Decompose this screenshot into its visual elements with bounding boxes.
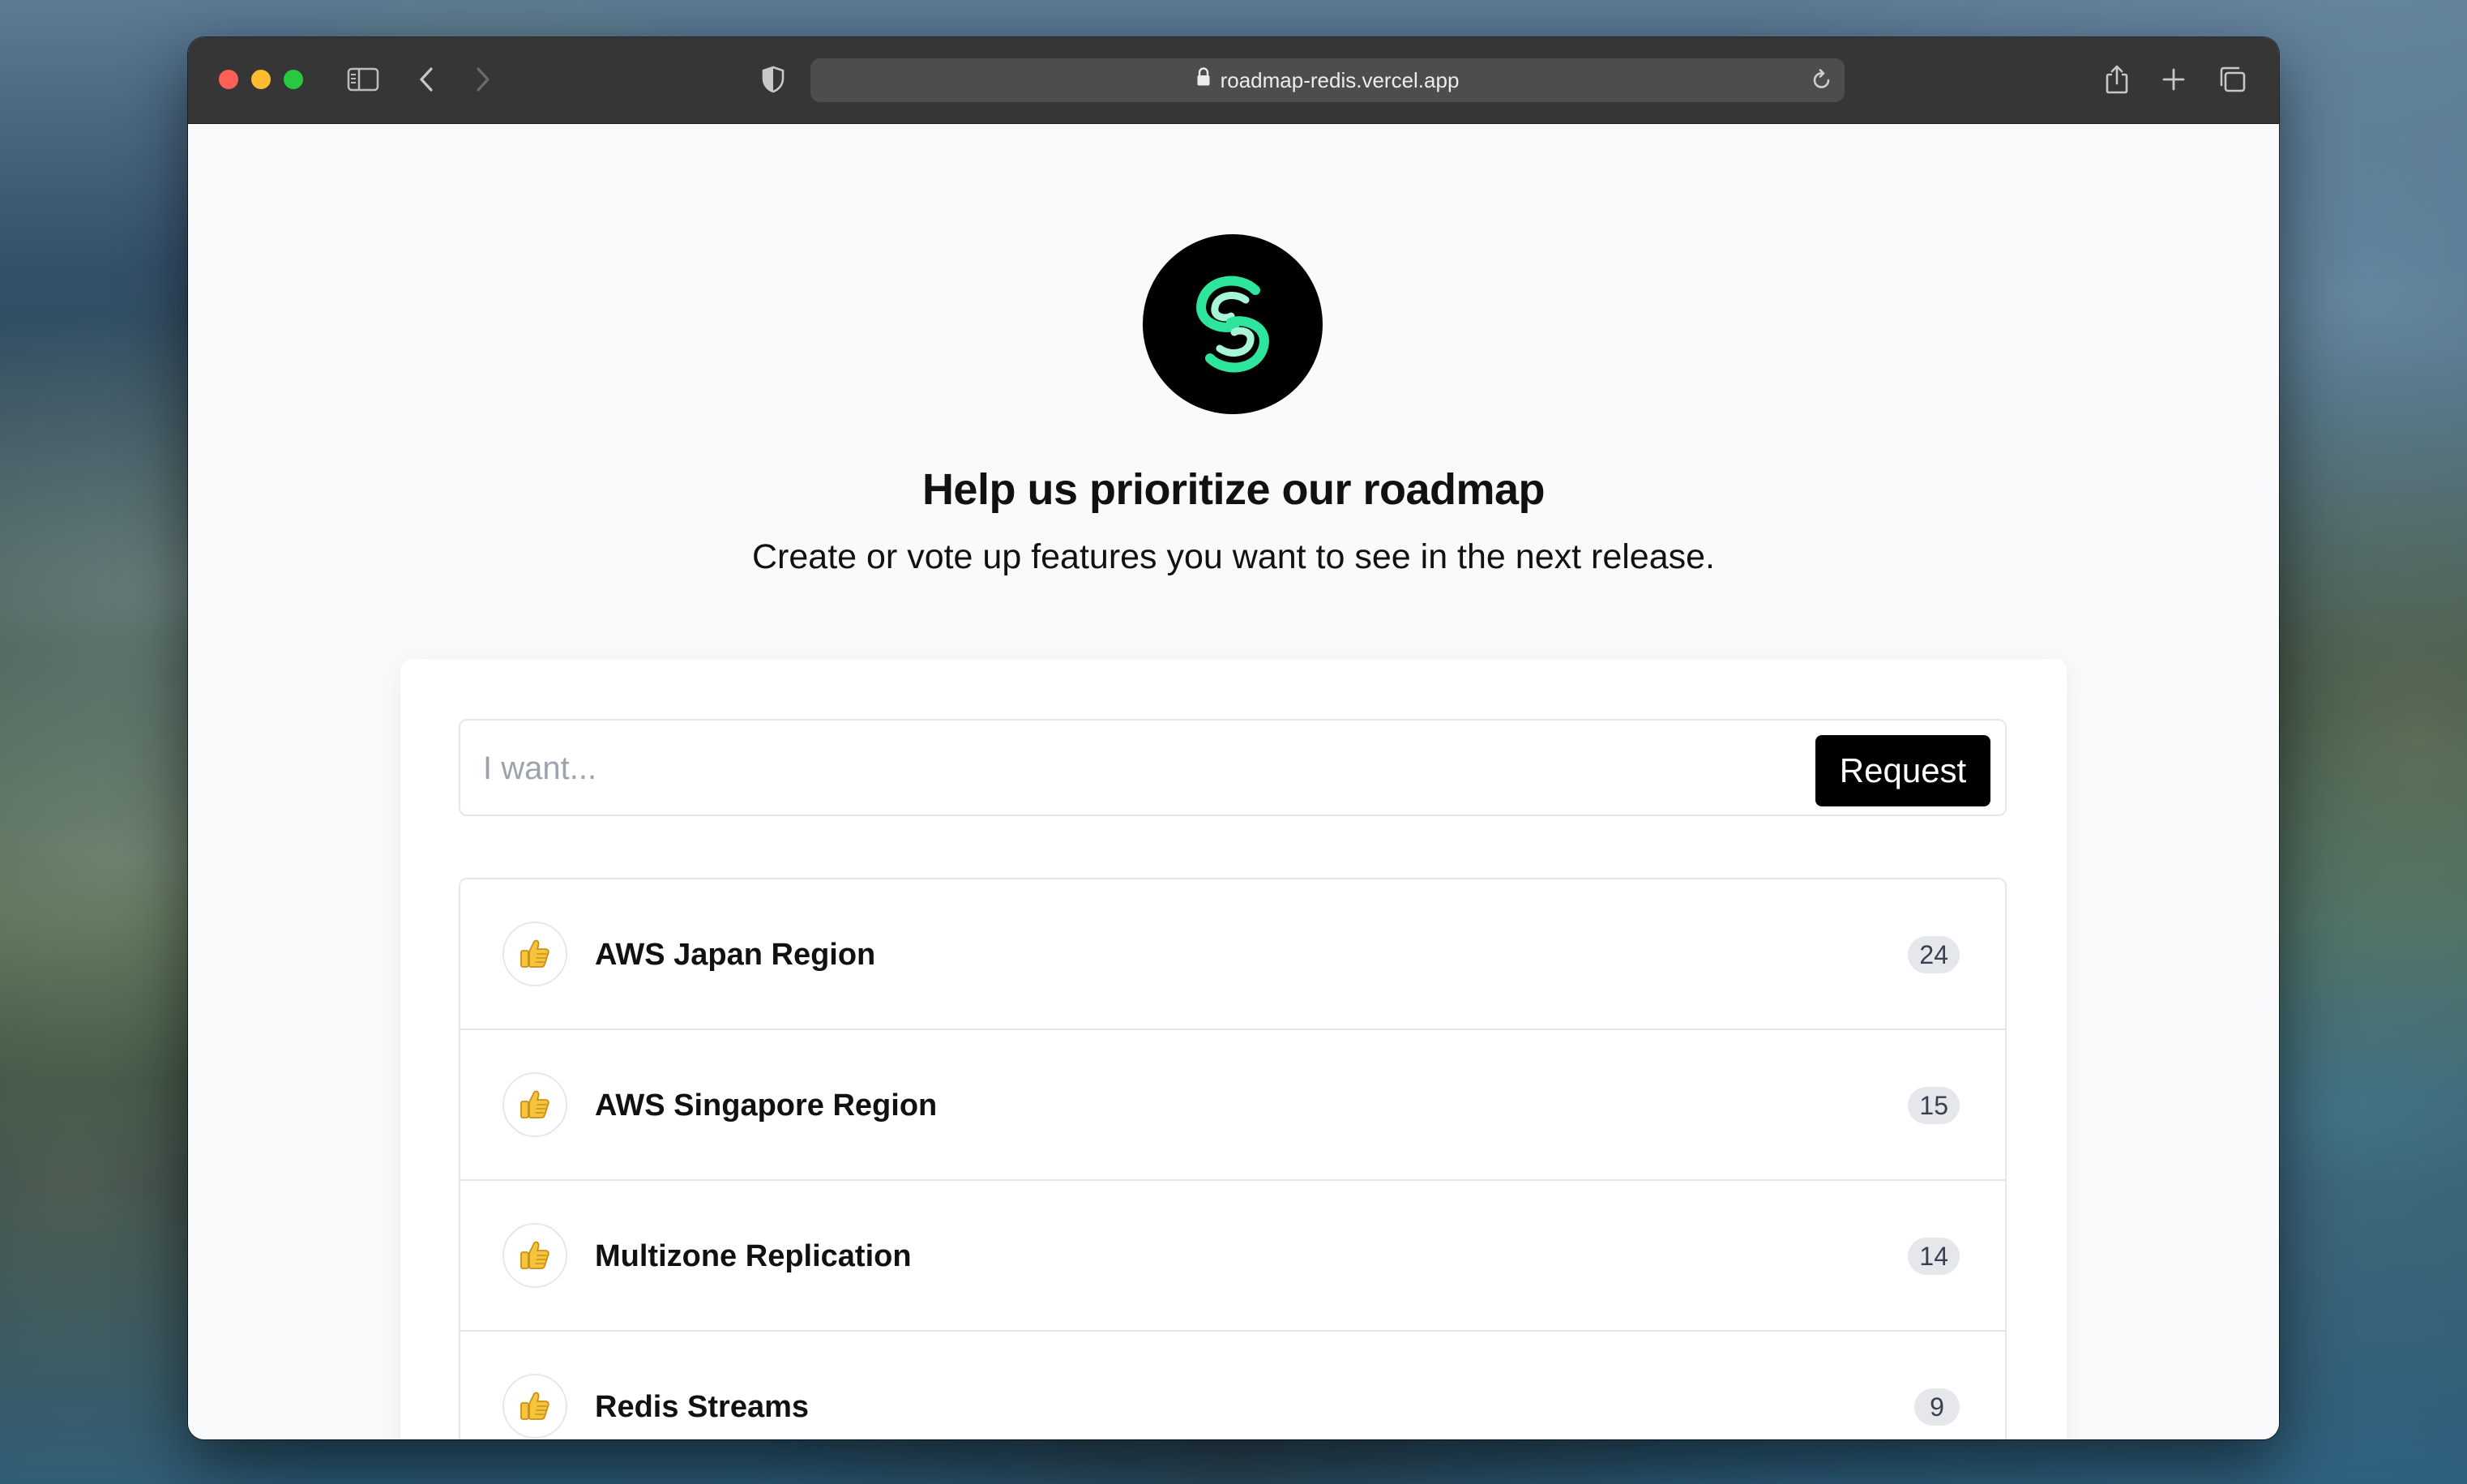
- close-window-button[interactable]: [219, 70, 238, 89]
- feature-row: AWS Japan Region 24: [460, 879, 2005, 1030]
- share-icon[interactable]: [2096, 58, 2138, 101]
- reload-icon[interactable]: [1806, 64, 1838, 96]
- forward-icon[interactable]: [462, 58, 504, 101]
- browser-window: roadmap-redis.vercel.app Help us priorit…: [188, 37, 2279, 1439]
- upvote-button[interactable]: [502, 1374, 567, 1439]
- feature-list: AWS Japan Region 24 AWS Singapore Region…: [459, 878, 2007, 1439]
- minimize-window-button[interactable]: [251, 70, 271, 89]
- feature-row: AWS Singapore Region 15: [460, 1030, 2005, 1181]
- roadmap-logo-icon: [1143, 234, 1323, 414]
- roadmap-card: Request AWS Japan Region 24: [400, 659, 2067, 1439]
- thumbs-up-icon: [520, 1392, 549, 1420]
- page-subtitle: Create or vote up features you want to s…: [752, 537, 1715, 576]
- sidebar-toggle-icon[interactable]: [342, 58, 384, 101]
- zoom-window-button[interactable]: [284, 70, 303, 89]
- browser-toolbar: roadmap-redis.vercel.app: [188, 37, 2279, 124]
- vote-count-badge: 15: [1908, 1087, 1960, 1124]
- thumbs-up-icon: [520, 939, 549, 968]
- feature-title: Redis Streams: [595, 1390, 810, 1424]
- back-icon[interactable]: [405, 58, 447, 101]
- new-tab-icon[interactable]: [2153, 58, 2195, 101]
- page-title: Help us prioritize our roadmap: [921, 465, 1546, 514]
- feature-request-input[interactable]: [481, 721, 1798, 816]
- feature-row: Multizone Replication 14: [460, 1181, 2005, 1332]
- upvote-button[interactable]: [502, 1223, 567, 1288]
- privacy-shield-icon[interactable]: [752, 58, 794, 101]
- vote-count-badge: 14: [1908, 1238, 1960, 1275]
- address-bar[interactable]: roadmap-redis.vercel.app: [810, 58, 1845, 102]
- feature-title: AWS Singapore Region: [595, 1088, 938, 1123]
- request-button[interactable]: Request: [1815, 735, 1990, 806]
- feature-row: Redis Streams 9: [460, 1332, 2005, 1439]
- feature-title: AWS Japan Region: [595, 938, 876, 972]
- feature-title: Multizone Replication: [595, 1239, 912, 1273]
- url-text: roadmap-redis.vercel.app: [1220, 68, 1460, 92]
- upvote-button[interactable]: [502, 1072, 567, 1137]
- upvote-button[interactable]: [502, 922, 567, 986]
- vote-count-badge: 9: [1914, 1388, 1960, 1426]
- thumbs-up-icon: [520, 1090, 549, 1118]
- roadmap-page: Help us prioritize our roadmap Create or…: [188, 124, 2279, 1439]
- feature-request-form: Request: [459, 719, 2007, 816]
- vote-count-badge: 24: [1908, 936, 1960, 973]
- lock-icon: [1196, 58, 1211, 101]
- thumbs-up-icon: [520, 1241, 549, 1269]
- tab-overview-icon[interactable]: [2211, 58, 2253, 101]
